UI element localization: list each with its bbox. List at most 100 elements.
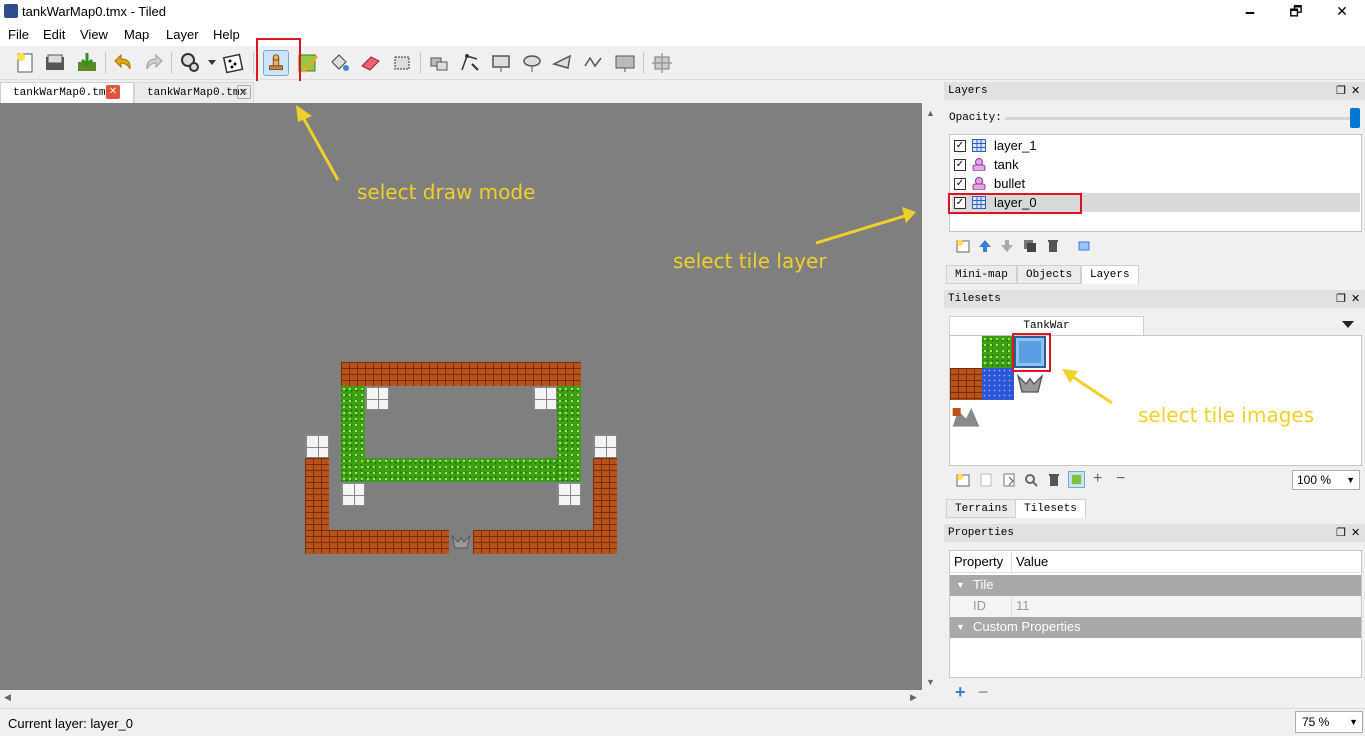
menu-edit[interactable]: Edit xyxy=(43,27,65,42)
tab-layers[interactable]: Layers xyxy=(1081,265,1139,284)
layer-name: bullet xyxy=(994,176,1026,191)
tab-tilesets[interactable]: Tilesets xyxy=(1015,499,1086,518)
scroll-left-icon[interactable]: ◀ xyxy=(4,692,11,703)
layer-row-layer-1[interactable]: ✓ layer_1 xyxy=(952,136,1360,155)
menu-help[interactable]: Help xyxy=(213,27,240,42)
commands-gear-icon[interactable] xyxy=(178,50,204,76)
toolbar-separator xyxy=(105,52,106,74)
delete-tileset-icon[interactable] xyxy=(1046,472,1062,488)
delete-layer-icon[interactable] xyxy=(1045,238,1061,254)
map-zoom-combo[interactable]: 75 % ▼ xyxy=(1295,711,1363,733)
chevron-down-icon[interactable] xyxy=(208,60,216,65)
properties-header-row: Property Value xyxy=(950,552,1361,573)
tab-tankwarmap0[interactable]: tankWarMap0.tmx xyxy=(134,82,254,103)
select-objects-icon[interactable] xyxy=(426,50,452,76)
insert-ellipse-icon[interactable] xyxy=(519,50,545,76)
property-group-tile[interactable]: ▼ Tile xyxy=(950,575,1361,596)
steel-block xyxy=(341,482,365,506)
property-group-custom[interactable]: ▼ Custom Properties xyxy=(950,617,1361,638)
property-row-id[interactable]: ID 11 xyxy=(950,596,1361,617)
menu-bar xyxy=(0,24,1365,46)
scroll-up-icon[interactable]: ▲ xyxy=(926,108,935,118)
eagle-tile-icon[interactable] xyxy=(1014,368,1046,400)
arrow-icon xyxy=(1062,369,1113,405)
edit-polygons-icon[interactable] xyxy=(457,50,483,76)
menu-view[interactable]: View xyxy=(80,27,108,42)
minimize-button[interactable]: 🗕 xyxy=(1227,0,1273,24)
save-file-icon[interactable] xyxy=(74,50,100,76)
opacity-slider-track[interactable] xyxy=(1005,117,1350,120)
tileset-zoom-value: 100 % xyxy=(1297,473,1332,487)
tab-mini-map[interactable]: Mini-map xyxy=(946,265,1017,284)
tab-objects[interactable]: Objects xyxy=(1017,265,1082,284)
eagle-base-icon xyxy=(449,530,473,554)
close-panel-icon[interactable]: ✕ xyxy=(1351,290,1360,308)
brick-wall-bottom-right xyxy=(473,530,617,554)
float-panel-icon[interactable]: ❐ xyxy=(1336,524,1346,542)
rectangle-select-icon[interactable] xyxy=(389,50,415,76)
menu-file[interactable]: File xyxy=(8,27,29,42)
scroll-down-icon[interactable]: ▼ xyxy=(926,677,935,687)
redo-icon[interactable] xyxy=(140,50,166,76)
open-file-icon[interactable] xyxy=(42,50,68,76)
insert-polygon-icon[interactable] xyxy=(550,50,576,76)
toggle-other-layers-icon[interactable] xyxy=(1076,238,1092,254)
duplicate-layer-icon[interactable] xyxy=(1022,238,1038,254)
canvas-horizontal-scrollbar[interactable] xyxy=(0,690,922,707)
new-file-icon[interactable] xyxy=(12,50,38,76)
steel-block xyxy=(593,434,617,458)
opacity-slider-handle[interactable] xyxy=(1350,108,1360,128)
close-panel-icon[interactable]: ✕ xyxy=(1351,524,1360,542)
float-panel-icon[interactable]: ❐ xyxy=(1336,82,1346,100)
bucket-fill-icon[interactable] xyxy=(326,50,352,76)
layers-panel-header: Layers xyxy=(944,82,1365,100)
scroll-right-icon[interactable]: ▶ xyxy=(910,692,917,703)
toolbar-separator xyxy=(643,52,644,74)
close-tab-icon[interactable]: ✕ xyxy=(106,85,120,99)
eraser-icon[interactable] xyxy=(357,50,383,76)
properties-panel-title: Properties xyxy=(948,527,1015,539)
float-panel-icon[interactable]: ❐ xyxy=(1336,290,1346,308)
import-tileset-icon[interactable] xyxy=(978,472,994,488)
canvas-vertical-scrollbar[interactable] xyxy=(922,103,939,690)
remove-tiles-icon[interactable]: − xyxy=(1116,470,1125,488)
layer-visibility-checkbox[interactable]: ✓ xyxy=(954,159,966,171)
maximize-button[interactable]: 🗗 xyxy=(1273,0,1319,24)
chevron-down-icon[interactable] xyxy=(1342,321,1354,328)
new-tileset-icon[interactable] xyxy=(955,472,971,488)
destroyed-base-tile-icon[interactable] xyxy=(950,400,982,432)
edit-terrain-icon[interactable] xyxy=(1068,471,1085,488)
arrow-icon xyxy=(815,207,916,245)
column-value: Value xyxy=(1016,554,1049,569)
menu-map[interactable]: Map xyxy=(124,27,149,42)
layer-row-bullet[interactable]: ✓ bullet xyxy=(952,174,1360,193)
layer-row-tank[interactable]: ✓ tank xyxy=(952,155,1360,174)
export-tileset-icon[interactable] xyxy=(1001,472,1017,488)
tileset-properties-icon[interactable] xyxy=(1023,472,1039,488)
menu-layer[interactable]: Layer xyxy=(166,27,199,42)
insert-tile-icon[interactable] xyxy=(612,50,638,76)
brick-tile[interactable] xyxy=(950,368,982,400)
insert-polyline-icon[interactable] xyxy=(581,50,607,76)
grass-tile[interactable] xyxy=(982,336,1014,368)
water-tile[interactable] xyxy=(982,368,1014,400)
layer-visibility-checkbox[interactable]: ✓ xyxy=(954,140,966,152)
lower-layer-icon[interactable] xyxy=(999,238,1015,254)
add-property-icon[interactable]: + xyxy=(955,682,966,703)
insert-rectangle-icon[interactable] xyxy=(488,50,514,76)
undo-icon[interactable] xyxy=(111,50,137,76)
tilesets-panel-title: Tilesets xyxy=(948,293,1001,305)
close-panel-icon[interactable]: ✕ xyxy=(1351,82,1360,100)
close-tab-icon[interactable]: ✕ xyxy=(237,85,251,99)
random-dice-icon[interactable] xyxy=(220,50,246,76)
new-layer-icon[interactable] xyxy=(955,238,971,254)
close-button[interactable]: ✕ xyxy=(1319,0,1365,24)
tile-animation-editor-icon[interactable] xyxy=(649,50,675,76)
remove-property-icon[interactable]: − xyxy=(978,682,989,703)
raise-layer-icon[interactable] xyxy=(977,238,993,254)
add-tiles-icon[interactable]: + xyxy=(1093,470,1102,488)
tile-layer-highlight-box xyxy=(948,193,1082,214)
tileset-zoom-combo[interactable]: 100 % ▼ xyxy=(1292,470,1360,490)
tab-terrains[interactable]: Terrains xyxy=(946,499,1017,518)
layer-visibility-checkbox[interactable]: ✓ xyxy=(954,178,966,190)
